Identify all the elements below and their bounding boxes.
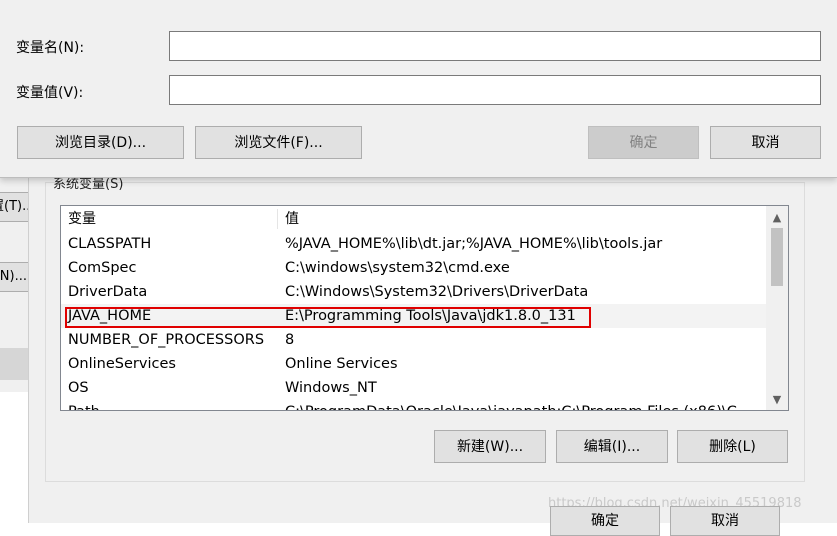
variable-value-input[interactable] — [169, 75, 821, 105]
variable-name: JAVA_HOME — [68, 308, 152, 324]
ok-button[interactable]: 确定 — [588, 126, 699, 159]
variable-value: %JAVA_HOME%\lib\dt.jar;%JAVA_HOME%\lib\t… — [285, 236, 663, 252]
delete-variable-button[interactable]: 删除(L) — [677, 430, 788, 463]
browse-directory-button[interactable]: 浏览目录(D)... — [17, 126, 184, 159]
variable-name: ComSpec — [68, 260, 137, 276]
scroll-up-icon[interactable]: ▲ — [766, 206, 788, 228]
system-variables-list[interactable]: 变量 值 CLASSPATH %JAVA_HOME%\lib\dt.jar;%J… — [60, 205, 789, 411]
variable-name: CLASSPATH — [68, 236, 152, 252]
scrollbar-thumb[interactable] — [771, 228, 783, 286]
variable-name: OS — [68, 380, 89, 396]
table-row[interactable]: CLASSPATH %JAVA_HOME%\lib\dt.jar;%JAVA_H… — [61, 232, 766, 256]
table-row[interactable]: NUMBER_OF_PROCESSORS 8 — [61, 328, 766, 352]
variable-value-label: 变量值(V): — [16, 85, 84, 101]
column-header-variable[interactable]: 变量 — [61, 206, 96, 232]
variable-value: Windows_NT — [285, 380, 377, 396]
table-row[interactable]: Path C:\ProgramData\Oracle\Java\javapath… — [61, 400, 766, 410]
variable-value: C:\Windows\System32\Drivers\DriverData — [285, 284, 589, 300]
browse-file-button[interactable]: 浏览文件(F)... — [195, 126, 362, 159]
table-row[interactable]: OS Windows_NT — [61, 376, 766, 400]
bottom-ok-button[interactable]: 确定 — [550, 506, 660, 536]
edit-variable-dialog: 变量名(N): 变量值(V): 浏览目录(D)... 浏览文件(F)... 确定… — [0, 0, 837, 178]
table-row[interactable]: DriverData C:\Windows\System32\Drivers\D… — [61, 280, 766, 304]
variable-name-label: 变量名(N): — [16, 40, 85, 56]
list-scrollbar[interactable]: ▲ ▼ — [766, 206, 788, 410]
variable-value: 8 — [285, 332, 295, 348]
variable-value: E:\Programming Tools\Java\jdk1.8.0_131 — [285, 308, 576, 324]
column-header-value[interactable]: 值 — [278, 206, 299, 232]
list-header: 变量 值 — [61, 206, 766, 232]
variable-name: Path — [61, 400, 100, 410]
variable-name-input[interactable] — [169, 31, 821, 61]
bottom-cancel-button[interactable]: 取消 — [670, 506, 780, 536]
new-variable-button[interactable]: 新建(W)... — [434, 430, 546, 463]
variable-value: C:\ProgramData\Oracle\Java\javapath;C:\P… — [278, 400, 737, 410]
variable-name: DriverData — [68, 284, 148, 300]
variable-name: OnlineServices — [68, 356, 176, 372]
variable-value: Online Services — [285, 356, 398, 372]
variable-value: C:\windows\system32\cmd.exe — [285, 260, 510, 276]
table-row[interactable]: ComSpec C:\windows\system32\cmd.exe — [61, 256, 766, 280]
table-row-java-home[interactable]: JAVA_HOME E:\Programming Tools\Java\jdk1… — [61, 304, 766, 328]
edit-variable-button[interactable]: 编辑(I)... — [556, 430, 668, 463]
variable-name: NUMBER_OF_PROCESSORS — [68, 332, 265, 348]
cancel-button[interactable]: 取消 — [710, 126, 821, 159]
table-row[interactable]: OnlineServices Online Services — [61, 352, 766, 376]
scroll-down-icon[interactable]: ▼ — [766, 388, 788, 410]
